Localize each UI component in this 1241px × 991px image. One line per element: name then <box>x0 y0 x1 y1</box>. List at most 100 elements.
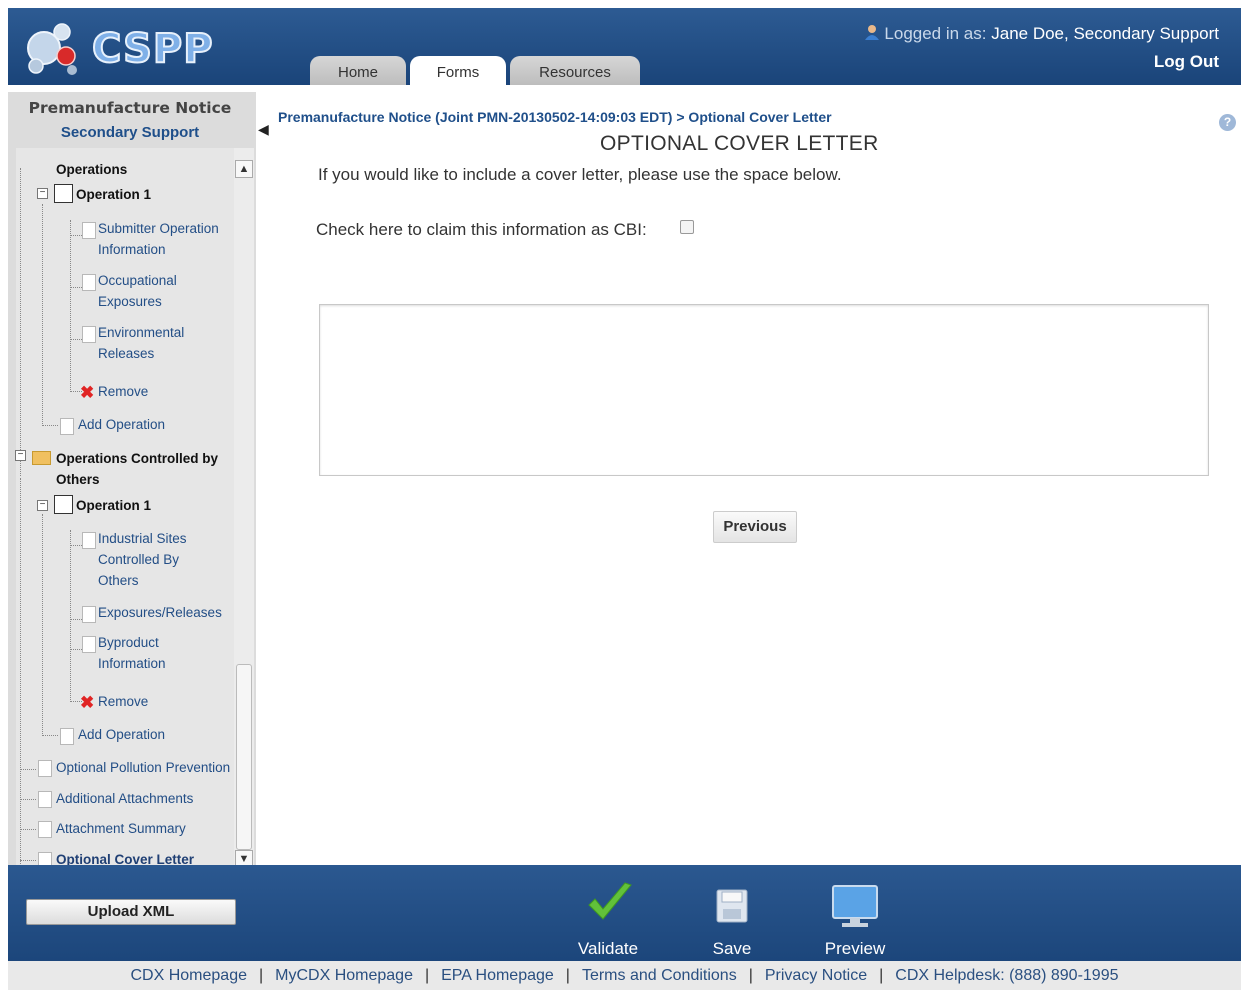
logo-text: CSPP <box>91 25 214 73</box>
header: CSPP Home Forms Resources Logged in as: … <box>8 8 1241 85</box>
footer-link-helpdesk[interactable]: CDX Helpdesk: (888) 890-1995 <box>895 967 1118 984</box>
sidebar-role: Secondary Support <box>60 124 200 141</box>
scrollbar-thumb[interactable] <box>236 664 252 850</box>
tree-environmental-releases[interactable]: Environmental Releases <box>98 322 184 364</box>
collapse-sidebar-icon[interactable]: ◀ <box>258 121 269 138</box>
tree-remove-label: Remove <box>98 384 149 399</box>
document-icon <box>38 760 52 777</box>
tree-line <box>42 204 43 426</box>
tree-line <box>70 545 82 546</box>
app-window: CSPP Home Forms Resources Logged in as: … <box>8 8 1241 990</box>
sidebar-scrollbar[interactable]: ▲ ▼ <box>234 148 254 865</box>
collapse-icon[interactable]: − <box>15 450 26 461</box>
document-icon <box>82 532 96 549</box>
tree-exposures-releases[interactable]: Exposures/Releases <box>98 602 222 623</box>
document-icon <box>82 326 96 343</box>
remove-icon: ✖ <box>80 383 95 402</box>
page-title: OPTIONAL COVER LETTER <box>600 132 879 155</box>
footer: CDX Homepage | MyCDX Homepage | EPA Homepage… <box>8 961 1241 990</box>
tree-line <box>70 619 82 620</box>
cbi-label: Check here to claim this information as … <box>316 220 647 239</box>
tree-occupational-label-2: Exposures <box>98 294 162 309</box>
scroll-up-icon[interactable]: ▲ <box>235 160 253 178</box>
add-document-icon <box>60 418 74 435</box>
tab-home-label: Home <box>337 64 378 81</box>
collapse-icon[interactable]: − <box>37 188 48 199</box>
footer-separator: | <box>748 967 753 984</box>
tree-operation-1-controlled[interactable]: Operation 1 <box>76 495 151 516</box>
operation-icon <box>54 184 73 203</box>
tree-line <box>42 735 58 736</box>
sidebar-title: Premanufacture Notice <box>28 99 232 117</box>
tree-additional-attachments[interactable]: Additional Attachments <box>56 788 193 809</box>
tree-submitter-operation-information[interactable]: Submitter Operation Information <box>98 218 219 260</box>
tree-attachment-summary[interactable]: Attachment Summary <box>56 818 186 839</box>
tree-line <box>42 425 58 426</box>
tree-exposures-releases-label: Exposures/Releases <box>98 605 222 620</box>
save-label: Save <box>712 939 752 958</box>
footer-link-cdx-homepage[interactable]: CDX Homepage <box>130 967 247 984</box>
preview-label: Preview <box>824 939 886 958</box>
tab-forms-label: Forms <box>436 64 480 81</box>
breadcrumb[interactable]: Premanufacture Notice (Joint PMN-2013050… <box>278 109 832 125</box>
save-button[interactable]: Save <box>687 875 777 959</box>
tree-operations-controlled-by-others[interactable]: Operations Controlled by Others <box>56 448 218 490</box>
instructions-text: If you would like to include a cover let… <box>318 165 842 184</box>
tree-optional-cover-letter-label: Optional Cover Letter <box>56 852 195 865</box>
footer-link-epa-homepage[interactable]: EPA Homepage <box>441 967 554 984</box>
footer-link-terms[interactable]: Terms and Conditions <box>582 967 737 984</box>
tree-occupational-exposures[interactable]: Occupational Exposures <box>98 270 177 312</box>
cspp-logo[interactable]: CSPP <box>22 18 214 76</box>
cbi-checkbox[interactable] <box>680 220 694 234</box>
tree-line <box>20 478 21 865</box>
tree-operations[interactable]: Operations <box>56 159 127 180</box>
tree-line <box>20 769 36 770</box>
tree-line <box>70 220 71 392</box>
tree-remove-operation-controlled[interactable]: Remove <box>98 691 148 712</box>
tree-additional-attachments-label: Additional Attachments <box>56 791 194 806</box>
tree-line <box>70 287 82 288</box>
tree-optional-pollution-prevention[interactable]: Optional Pollution Prevention <box>56 757 230 778</box>
validate-label: Validate <box>577 939 639 958</box>
floppy-disk-icon <box>716 889 748 923</box>
upload-xml-button[interactable]: Upload XML <box>26 899 236 925</box>
tab-resources[interactable]: Resources <box>510 56 640 85</box>
tree-submitter-label-1: Submitter Operation <box>98 221 219 236</box>
tree-add-operation[interactable]: Add Operation <box>78 414 165 435</box>
sidebar: Premanufacture Notice Secondary Support <box>8 92 256 865</box>
tree-operation-1[interactable]: Operation 1 <box>76 184 151 205</box>
folder-icon <box>32 451 51 465</box>
user-icon <box>864 25 879 40</box>
cover-letter-textarea[interactable] <box>319 304 1209 476</box>
scroll-down-icon[interactable]: ▼ <box>235 850 253 865</box>
tab-home[interactable]: Home <box>310 56 406 85</box>
tree-byproduct-information[interactable]: Byproduct Information <box>98 632 166 674</box>
tree-add-operation-b-label: Add Operation <box>78 727 166 742</box>
collapse-icon[interactable]: − <box>37 500 48 511</box>
tree-environmental-label-1: Environmental <box>98 325 185 340</box>
tree-optional-cover-letter[interactable]: Optional Cover Letter <box>56 849 194 865</box>
tree-operation-1-label: Operation 1 <box>76 187 152 202</box>
preview-button[interactable]: Preview <box>810 875 900 959</box>
tree-add-operation-label: Add Operation <box>78 417 166 432</box>
tree-attachment-summary-label: Attachment Summary <box>56 821 186 836</box>
help-icon[interactable]: ? <box>1219 114 1236 131</box>
document-icon <box>82 222 96 239</box>
tree-ops-controlled-label-2: Others <box>56 472 100 487</box>
tree-environmental-label-2: Releases <box>98 346 155 361</box>
operation-icon <box>54 495 73 514</box>
previous-button[interactable]: Previous <box>713 511 797 543</box>
tree-line <box>70 649 82 650</box>
remove-icon: ✖ <box>80 693 95 712</box>
tree-remove-operation[interactable]: Remove <box>98 381 148 402</box>
footer-link-privacy[interactable]: Privacy Notice <box>765 967 867 984</box>
footer-link-mycdx-homepage[interactable]: MyCDX Homepage <box>275 967 413 984</box>
tree-add-operation-controlled[interactable]: Add Operation <box>78 724 165 745</box>
footer-separator: | <box>424 967 430 984</box>
tab-forms[interactable]: Forms <box>410 56 506 85</box>
tree-industrial-sites[interactable]: Industrial Sites Controlled By Others <box>98 528 187 591</box>
tree-optional-pollution-label: Optional Pollution Prevention <box>56 760 231 775</box>
logout-link[interactable]: Log Out <box>1154 52 1219 72</box>
tree-byproduct-label-1: Byproduct <box>98 635 159 650</box>
validate-button[interactable]: Validate <box>563 875 653 959</box>
